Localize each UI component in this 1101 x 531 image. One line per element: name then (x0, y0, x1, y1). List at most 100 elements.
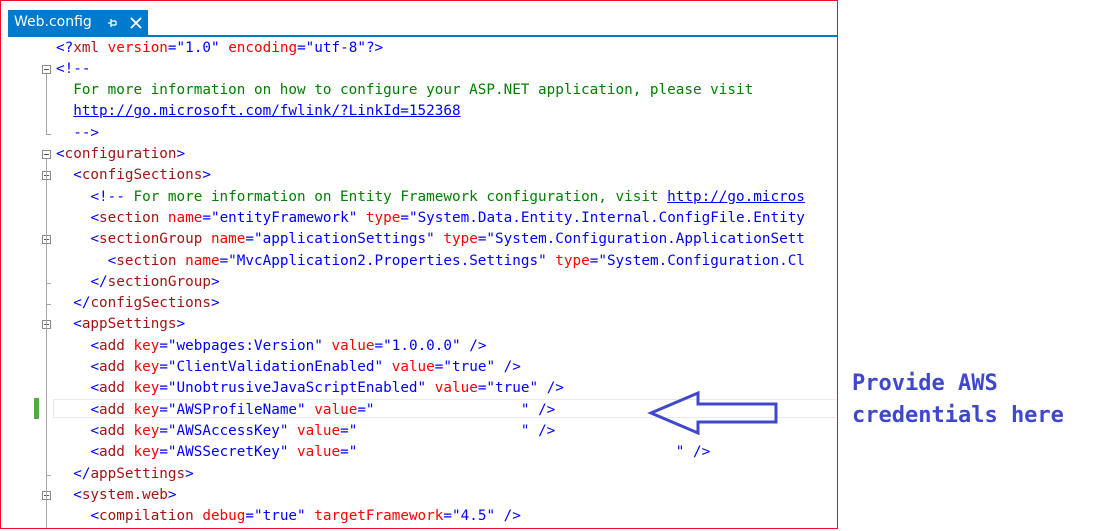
code-token: " (374, 359, 384, 375)
code-line[interactable]: --> (56, 123, 99, 144)
code-token: appSettings (81, 316, 177, 333)
changed-line-marker (34, 398, 39, 419)
code-token: < (56, 146, 65, 162)
code-token: add (99, 422, 125, 439)
code-token: =" (589, 252, 607, 269)
code-token: > (167, 486, 177, 503)
code-token: =" (443, 508, 461, 525)
outline-guide-end (46, 133, 51, 135)
code-token: section (116, 252, 177, 269)
code-token[interactable]: http://go.microsoft.com/fwlink/?LinkId=1… (73, 103, 460, 119)
code-token: configSections (90, 295, 211, 312)
code-line[interactable]: <add key="webpages:Version" value="1.0.0… (56, 336, 486, 357)
code-line[interactable]: <compilation debug="true" targetFramewor… (56, 506, 520, 527)
code-token: < (73, 316, 82, 333)
code-line[interactable]: <add key="AWSSecretKey" value=" " /> (56, 442, 710, 463)
code-token: MvcApplication2.Properties.Settings (236, 252, 539, 269)
code-token: value (297, 444, 341, 461)
code-line[interactable]: <add key="ClientValidationEnabled" value… (56, 357, 520, 378)
code-token: =" (202, 209, 220, 226)
code-token: =" (434, 359, 452, 375)
code-line[interactable]: </configSections> (56, 293, 219, 314)
code-line[interactable]: http://go.microsoft.com/fwlink/?LinkId=1… (56, 101, 460, 122)
code-line[interactable]: <sectionGroup name="applicationSettings"… (56, 229, 804, 250)
code-token: ClientValidationEnabled (176, 359, 375, 375)
code-token: =" (400, 209, 418, 226)
code-token: =" (159, 337, 177, 354)
code-token: < (90, 444, 100, 461)
code-line[interactable]: </sectionGroup> (56, 272, 219, 293)
code-line[interactable]: <!-- For more information on Entity Fram… (56, 187, 805, 208)
collapse-toggle-icon[interactable] (42, 150, 51, 159)
code-token: compilation (99, 508, 194, 525)
code-line[interactable]: <configuration> (56, 144, 185, 165)
code-line[interactable]: <section name="entityFramework" type="Sy… (56, 208, 804, 229)
code-token: configSections (81, 167, 203, 184)
code-line[interactable]: <appSettings> (56, 314, 185, 335)
code-token: entityFramework (219, 209, 349, 226)
code-token: =" (219, 252, 237, 269)
code-token: add (99, 359, 125, 375)
code-token: <!-- (90, 188, 125, 205)
code-token: type (555, 252, 590, 269)
code-token: sectionGroup (107, 273, 211, 290)
code-token: =" (374, 337, 392, 354)
annotation-line-2: credentials here (852, 403, 1064, 428)
code-token: targetFramework (314, 508, 444, 525)
code-token: true (262, 508, 298, 525)
code-line[interactable]: <!-- (56, 59, 90, 80)
code-token: =" (477, 231, 496, 248)
code-line[interactable]: <section name="MvcApplication2.Propertie… (56, 251, 805, 272)
code-token: sectionGroup (99, 231, 203, 248)
code-token: For more information on Entity Framework… (124, 188, 668, 205)
collapse-toggle-icon[interactable] (42, 64, 51, 74)
code-line[interactable]: </appSettings> (56, 464, 194, 485)
code-token: " (486, 359, 496, 375)
code-token: =" (159, 380, 177, 397)
code-line[interactable]: <configSections> (56, 165, 211, 186)
editor-window: Web.config <?xml version="1.0" encoding=… (0, 0, 838, 529)
tab-web-config[interactable]: Web.config (8, 10, 148, 37)
code-token: value (297, 422, 341, 439)
code-token: > (202, 167, 211, 184)
code-line[interactable]: <add key="AWSAccessKey" value=" " /> (56, 421, 555, 442)
close-icon[interactable] (129, 16, 143, 30)
code-token: " (417, 380, 427, 397)
code-token: key (133, 337, 160, 354)
code-line[interactable]: <add key="UnobtrusiveJavaScriptEnabled" … (56, 378, 563, 399)
code-line[interactable]: <?xml version="1.0" encoding="utf-8"?> (56, 38, 383, 59)
code-token: " (538, 252, 547, 269)
code-token: /> (693, 444, 711, 461)
code-token: configuration (64, 146, 177, 162)
code-token: " (297, 401, 306, 418)
code-line[interactable]: <system.web> (56, 485, 177, 506)
code-line[interactable]: <add key="AWSProfileName" value=" " /> (56, 400, 555, 421)
code-line[interactable]: For more information on how to configure… (56, 80, 753, 101)
code-token: true (495, 380, 530, 397)
code-token: key (133, 380, 160, 397)
code-token: name (185, 252, 220, 269)
code-token: add (99, 444, 125, 461)
code-token: true (452, 359, 487, 375)
code-editor[interactable]: <?xml version="1.0" encoding="utf-8"?> <!… (1, 37, 837, 528)
code-token: " (357, 39, 366, 56)
code-token[interactable]: http://go.micros (667, 189, 805, 205)
code-token: key (133, 444, 160, 461)
pin-icon[interactable] (107, 16, 119, 30)
code-token: xml (73, 39, 100, 56)
